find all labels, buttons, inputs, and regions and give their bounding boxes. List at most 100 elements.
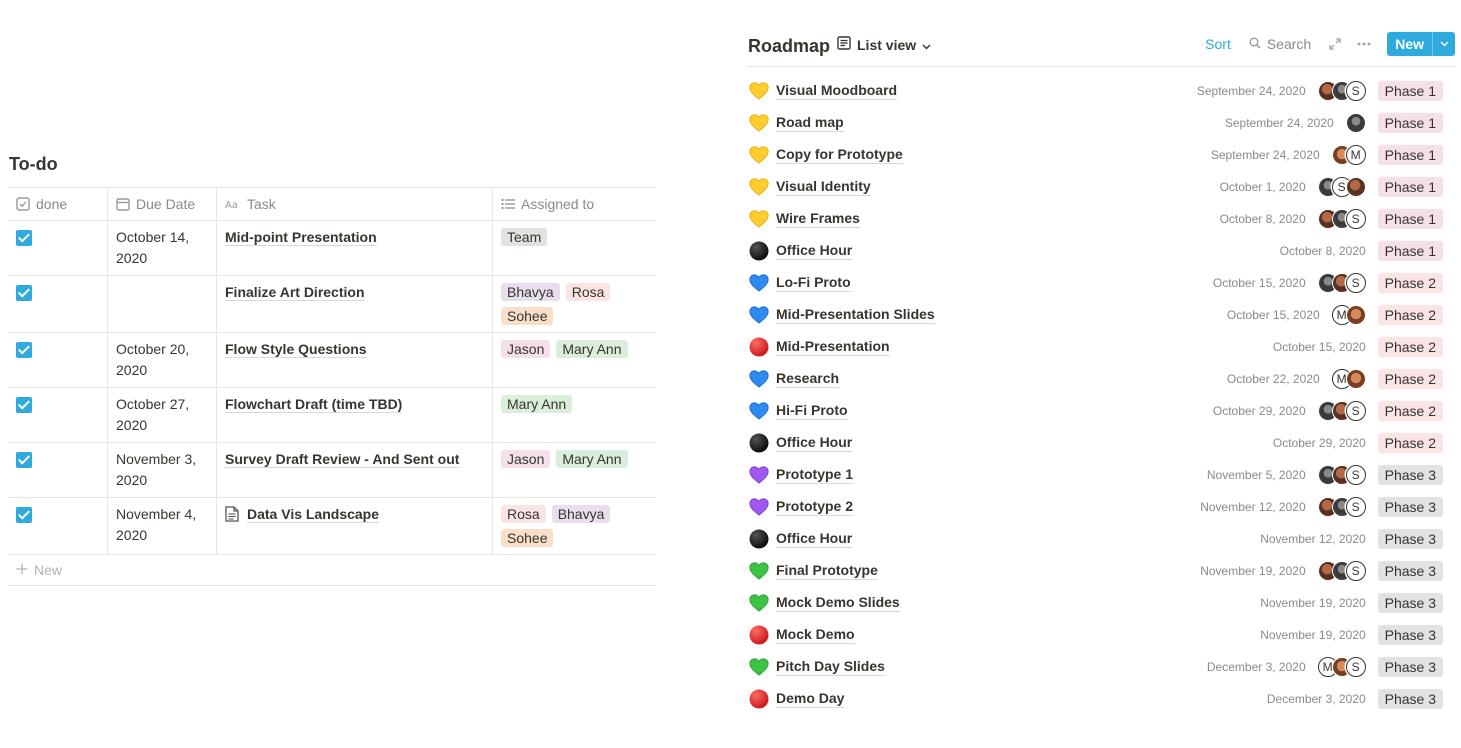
list-item[interactable]: Office Hour October 29, 2020 Phase 2 — [747, 427, 1455, 459]
task-cell[interactable]: Data Vis Landscape — [216, 498, 492, 554]
item-title-link[interactable]: Office Hour — [776, 529, 853, 548]
item-title-link[interactable]: Prototype 2 — [776, 497, 854, 516]
list-item[interactable]: Office Hour October 8, 2020 Phase 1 — [747, 235, 1455, 267]
avatar[interactable]: S — [1345, 497, 1366, 517]
column-header-assigned-to[interactable]: Assigned to — [492, 188, 656, 220]
done-cell[interactable] — [8, 333, 107, 387]
assigned-cell[interactable]: Team — [492, 221, 656, 275]
avatar-group[interactable]: M — [1331, 369, 1366, 389]
list-item[interactable]: Demo Day December 3, 2020 Phase 3 — [747, 683, 1455, 715]
item-title-link[interactable]: Mid-Presentation — [776, 337, 890, 356]
checkbox-checked[interactable] — [16, 230, 32, 246]
avatar[interactable] — [1345, 177, 1366, 197]
avatar-group[interactable]: S — [1317, 497, 1366, 517]
avatar-group[interactable]: S — [1317, 401, 1366, 421]
table-row[interactable]: Finalize Art Direction Bhavya Rosa Sohee — [8, 276, 656, 333]
list-item[interactable]: Office Hour November 12, 2020 Phase 3 — [747, 523, 1455, 555]
list-item[interactable]: Mock Demo Slides November 19, 2020 Phase 3 — [747, 587, 1455, 619]
task-cell[interactable]: Mid-point Presentation — [216, 221, 492, 275]
more-options-icon[interactable] — [1357, 42, 1371, 46]
avatar-group[interactable]: S — [1317, 561, 1366, 581]
list-item[interactable]: Prototype 1 November 5, 2020 S Phase 3 — [747, 459, 1455, 491]
chevron-down-icon[interactable] — [1432, 32, 1455, 56]
item-title-link[interactable]: Visual Moodboard — [776, 81, 898, 100]
add-new-row-button[interactable]: New — [8, 555, 656, 586]
avatar[interactable]: S — [1345, 209, 1366, 229]
avatar-group[interactable]: M — [1331, 145, 1366, 165]
list-item[interactable]: Final Prototype November 19, 2020 S Phase 3 — [747, 555, 1455, 587]
avatar-group[interactable]: S — [1317, 81, 1366, 101]
list-item[interactable]: Mid-Presentation October 15, 2020 Phase 2 — [747, 331, 1455, 363]
task-title-link[interactable]: Finalize Art Direction — [225, 284, 365, 301]
task-cell[interactable]: Finalize Art Direction — [216, 276, 492, 332]
item-title-link[interactable]: Visual Identity — [776, 177, 871, 196]
done-cell[interactable] — [8, 276, 107, 332]
list-item[interactable]: Pitch Day Slides December 3, 2020 M S Phase … — [747, 651, 1455, 683]
avatar[interactable]: M — [1345, 145, 1366, 165]
item-title-link[interactable]: Research — [776, 369, 840, 388]
list-item[interactable]: Lo-Fi Proto October 15, 2020 S Phase 2 — [747, 267, 1455, 299]
due-date-cell[interactable] — [107, 276, 216, 332]
sort-button[interactable]: Sort — [1205, 36, 1231, 52]
avatar[interactable]: S — [1345, 657, 1366, 677]
new-item-button[interactable]: New — [1387, 32, 1455, 56]
task-title-link[interactable]: Flow Style Questions — [225, 341, 367, 358]
list-item[interactable]: Prototype 2 November 12, 2020 S Phase 3 — [747, 491, 1455, 523]
task-title-link[interactable]: Flowchart Draft (time TBD) — [225, 396, 403, 413]
column-header-task[interactable]: Aa Task — [216, 188, 492, 220]
table-row[interactable]: November 4, 2020 Data Vis Landscape Rosa Bha… — [8, 498, 656, 555]
item-title-link[interactable]: Road map — [776, 113, 844, 132]
assigned-cell[interactable]: Jason Mary Ann — [492, 333, 656, 387]
column-header-done[interactable]: done — [8, 188, 107, 220]
checkbox-checked[interactable] — [16, 342, 32, 358]
table-row[interactable]: October 20, 2020 Flow Style Questions Jason… — [8, 333, 656, 388]
due-date-cell[interactable]: November 3, 2020 — [107, 443, 216, 497]
item-title-link[interactable]: Mid-Presentation Slides — [776, 305, 935, 324]
checkbox-checked[interactable] — [16, 452, 32, 468]
table-row[interactable]: October 27, 2020 Flowchart Draft (time TBD… — [8, 388, 656, 443]
avatar[interactable] — [1345, 305, 1366, 325]
item-title-link[interactable]: Demo Day — [776, 689, 845, 708]
avatar-group[interactable]: S — [1317, 273, 1366, 293]
task-title-link[interactable]: Data Vis Landscape — [247, 506, 380, 523]
item-title-link[interactable]: Office Hour — [776, 433, 853, 452]
assigned-cell[interactable]: Mary Ann — [492, 388, 656, 442]
list-item[interactable]: Wire Frames October 8, 2020 S Phase 1 — [747, 203, 1455, 235]
avatar-group[interactable]: S — [1317, 209, 1366, 229]
item-title-link[interactable]: Mock Demo Slides — [776, 593, 900, 612]
item-title-link[interactable]: Mock Demo — [776, 625, 855, 644]
item-title-link[interactable]: Copy for Prototype — [776, 145, 903, 164]
assigned-cell[interactable]: Jason Mary Ann — [492, 443, 656, 497]
list-item[interactable]: Mid-Presentation Slides October 15, 2020 M… — [747, 299, 1455, 331]
table-row[interactable]: October 14, 2020 Mid-point Presentation Tea… — [8, 221, 656, 276]
task-cell[interactable]: Flowchart Draft (time TBD) — [216, 388, 492, 442]
done-cell[interactable] — [8, 388, 107, 442]
avatar-group[interactable]: MS — [1317, 657, 1366, 677]
avatar-group[interactable]: S — [1317, 465, 1366, 485]
done-cell[interactable] — [8, 498, 107, 554]
item-title-link[interactable]: Office Hour — [776, 241, 853, 260]
checkbox-checked[interactable] — [16, 507, 32, 523]
avatar-group[interactable]: M — [1331, 305, 1366, 325]
due-date-cell[interactable]: October 20, 2020 — [107, 333, 216, 387]
column-header-due-date[interactable]: Due Date — [107, 188, 216, 220]
item-title-link[interactable]: Pitch Day Slides — [776, 657, 885, 676]
avatar[interactable]: S — [1345, 561, 1366, 581]
avatar[interactable]: S — [1345, 273, 1366, 293]
item-title-link[interactable]: Prototype 1 — [776, 465, 854, 484]
view-switcher-button[interactable]: List view — [837, 36, 931, 53]
search-button[interactable]: Search — [1249, 36, 1311, 52]
list-item[interactable]: Copy for Prototype September 24, 2020 M Pha… — [747, 139, 1455, 171]
due-date-cell[interactable]: November 4, 2020 — [107, 498, 216, 554]
list-item[interactable]: Research October 22, 2020 M Phase 2 — [747, 363, 1455, 395]
done-cell[interactable] — [8, 221, 107, 275]
checkbox-checked[interactable] — [16, 285, 32, 301]
avatar[interactable]: S — [1345, 401, 1366, 421]
table-row[interactable]: November 3, 2020 Survey Draft Review - And… — [8, 443, 656, 498]
item-title-link[interactable]: Hi-Fi Proto — [776, 401, 848, 420]
assigned-cell[interactable]: Rosa Bhavya Sohee — [492, 498, 656, 554]
expand-icon[interactable] — [1329, 38, 1341, 50]
assigned-cell[interactable]: Bhavya Rosa Sohee — [492, 276, 656, 332]
avatar[interactable] — [1345, 369, 1366, 389]
done-cell[interactable] — [8, 443, 107, 497]
